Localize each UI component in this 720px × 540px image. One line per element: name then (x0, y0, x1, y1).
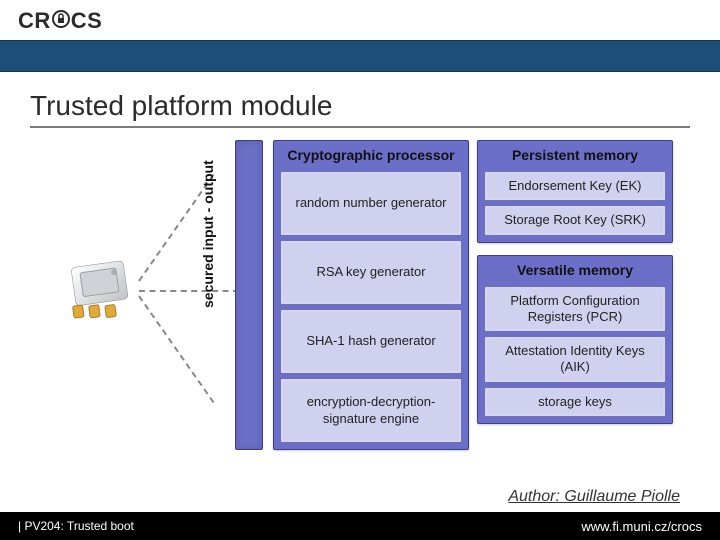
io-label: secured input - output (200, 160, 216, 308)
connector-lines (135, 140, 240, 450)
versatile-memory-group: Versatile memory Platform Configuration … (477, 255, 673, 424)
crypto-processor-group: Cryptographic processor random number ge… (273, 140, 469, 450)
title-area: Trusted platform module (0, 72, 720, 138)
vm-item-aik: Attestation Identity Keys (AIK) (484, 336, 666, 383)
header-bar: CR CS (0, 0, 720, 40)
footer: | PV204: Trusted boot www.fi.muni.cz/cro… (0, 512, 720, 540)
slide-title: Trusted platform module (30, 90, 690, 128)
author-credit: Author: Guillaume Piolle (508, 488, 680, 506)
vm-item-pcr: Platform Configuration Registers (PCR) (484, 286, 666, 333)
vm-item-storage: storage keys (484, 387, 666, 417)
crypto-item-rsa: RSA key generator (280, 240, 462, 305)
chip-icon (60, 250, 140, 320)
header-band (0, 40, 720, 72)
persistent-memory-group: Persistent memory Endorsement Key (EK) S… (477, 140, 673, 243)
pm-item-ek: Endorsement Key (EK) (484, 171, 666, 201)
crypto-item-rng: random number generator (280, 171, 462, 236)
versatile-memory-header: Versatile memory (484, 260, 666, 282)
footer-left: | PV204: Trusted boot (18, 519, 134, 533)
persistent-memory-header: Persistent memory (484, 145, 666, 167)
tpm-diagram: secured input - output Cryptographic pro… (60, 140, 680, 460)
crypto-item-sha1: SHA-1 hash generator (280, 309, 462, 374)
logo-lock-icon (52, 10, 70, 28)
pm-item-srk: Storage Root Key (SRK) (484, 205, 666, 235)
io-bar (235, 140, 263, 450)
footer-right: www.fi.muni.cz/crocs (581, 519, 702, 534)
crypto-item-engine: encryption-decryption-signature engine (280, 378, 462, 443)
logo: CR CS (18, 8, 702, 34)
crypto-processor-header: Cryptographic processor (280, 145, 462, 167)
